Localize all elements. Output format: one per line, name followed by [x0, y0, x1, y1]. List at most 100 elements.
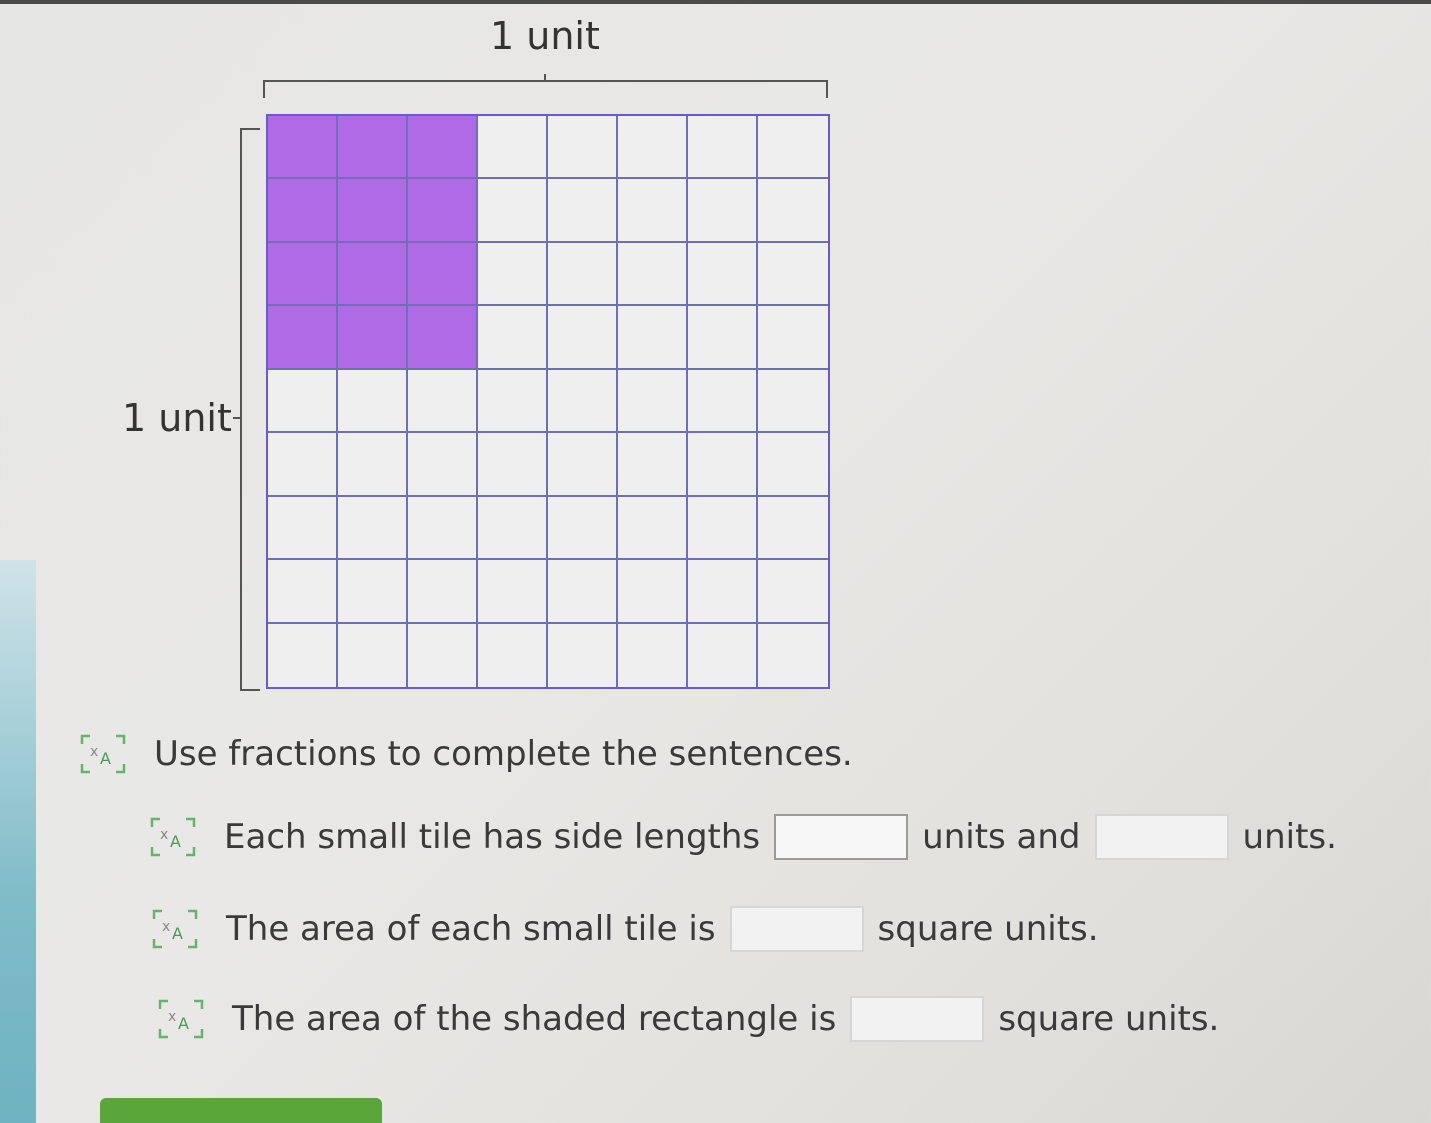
- shaded-tile: [408, 116, 478, 180]
- grid-tile: [268, 623, 338, 687]
- side-bracket: [240, 128, 260, 691]
- top-unit-label: 1 unit: [490, 14, 600, 58]
- text-to-speech-icon[interactable]: x A: [78, 732, 128, 776]
- grid-tile: [548, 306, 618, 370]
- grid-tile: [338, 623, 408, 687]
- grid-tile: [688, 179, 758, 243]
- grid-tile: [758, 433, 828, 497]
- screen-edge: [0, 560, 36, 1123]
- grid-tile: [408, 433, 478, 497]
- svg-text:A: A: [172, 924, 183, 943]
- top-bracket-tick: [544, 74, 546, 82]
- grid-tile: [758, 306, 828, 370]
- question-text: Each small tile has side lengths: [224, 817, 761, 857]
- grid-tile: [268, 560, 338, 624]
- question-text: The area of each small tile is: [226, 909, 716, 949]
- shaded-tile: [268, 306, 338, 370]
- grid-tile: [478, 496, 548, 561]
- grid-tile: [548, 496, 618, 561]
- shaded-tile: [408, 306, 478, 370]
- grid-tile: [338, 369, 408, 434]
- grid-tile: [548, 623, 618, 687]
- text-to-speech-icon[interactable]: x A: [150, 907, 200, 951]
- svg-text:A: A: [100, 749, 111, 768]
- grid-tile: [408, 496, 478, 561]
- grid-tile: [478, 179, 548, 243]
- grid-tile: [758, 243, 828, 307]
- tile-area-answer[interactable]: [729, 906, 864, 952]
- svg-text:x: x: [162, 919, 170, 935]
- grid-tile: [758, 497, 828, 561]
- instruction-row: x A Use fractions to complete the senten…: [78, 732, 853, 776]
- grid-tile: [478, 623, 548, 687]
- question-text: square units.: [998, 999, 1220, 1039]
- svg-text:x: x: [160, 827, 168, 843]
- text-to-speech-icon[interactable]: x A: [148, 815, 198, 859]
- instruction-text: Use fractions to complete the sentences.: [154, 734, 853, 774]
- question-text: The area of the shaded rectangle is: [232, 999, 837, 1039]
- grid-tile: [478, 433, 548, 497]
- svg-text:A: A: [170, 832, 181, 851]
- grid-tile: [688, 560, 758, 624]
- grid-tile: [618, 369, 688, 434]
- submit-button[interactable]: [100, 1098, 382, 1123]
- grid-tile: [338, 560, 408, 624]
- shaded-tile: [408, 179, 478, 243]
- svg-text:x: x: [168, 1009, 176, 1025]
- side-length-answer-2[interactable]: [1094, 814, 1229, 860]
- grid-tile: [548, 242, 618, 307]
- grid-tile: [338, 496, 408, 561]
- grid-tile: [408, 623, 478, 687]
- grid-tile: [478, 560, 548, 624]
- grid-tile: [758, 560, 828, 624]
- shaded-tile: [408, 242, 478, 307]
- question-text: square units.: [877, 909, 1099, 949]
- grid-tile: [758, 179, 828, 243]
- grid-tile: [688, 496, 758, 561]
- grid-tile: [618, 306, 688, 370]
- shaded-tile: [338, 179, 408, 243]
- side-bracket-tick: [233, 417, 242, 419]
- grid-tile: [408, 560, 478, 624]
- grid-tile: [548, 116, 618, 180]
- grid-tile: [268, 369, 338, 434]
- grid-tile: [338, 433, 408, 497]
- window-top-edge: [0, 0, 1431, 4]
- grid-tile: [478, 306, 548, 370]
- side-unit-label: 1 unit: [122, 396, 232, 440]
- question-text: units and: [922, 817, 1081, 857]
- grid-tile: [688, 623, 758, 687]
- svg-text:A: A: [178, 1014, 189, 1033]
- grid-tile: [688, 116, 758, 180]
- grid-tile: [408, 369, 478, 434]
- shaded-tile: [268, 179, 338, 243]
- shaded-tile: [338, 116, 408, 180]
- text-to-speech-icon[interactable]: x A: [156, 997, 206, 1041]
- unit-square-grid: [266, 114, 830, 689]
- grid-tile: [268, 496, 338, 561]
- grid-tile: [618, 116, 688, 180]
- grid-tile: [618, 496, 688, 561]
- grid-tile: [548, 560, 618, 624]
- grid-tile: [618, 242, 688, 307]
- grid-tile: [618, 179, 688, 243]
- grid-tile: [688, 369, 758, 434]
- shaded-tile: [338, 242, 408, 307]
- question-tile-area: x A The area of each small tile is squar…: [150, 906, 1099, 952]
- grid-tile: [758, 370, 828, 434]
- shaded-tile: [338, 306, 408, 370]
- grid-tile: [548, 369, 618, 434]
- shaded-area-answer[interactable]: [850, 996, 985, 1042]
- side-length-answer-1[interactable]: [774, 814, 909, 860]
- question-shaded-area: x A The area of the shaded rectangle is …: [156, 996, 1219, 1042]
- grid-tile: [268, 433, 338, 497]
- grid-tile: [618, 433, 688, 497]
- top-bracket: [263, 80, 828, 98]
- grid-tile: [478, 369, 548, 434]
- svg-text:x: x: [90, 744, 98, 760]
- grid-tile: [548, 433, 618, 497]
- grid-tile: [758, 624, 828, 687]
- grid-tile: [478, 242, 548, 307]
- grid-tile: [548, 179, 618, 243]
- grid-tile: [478, 116, 548, 180]
